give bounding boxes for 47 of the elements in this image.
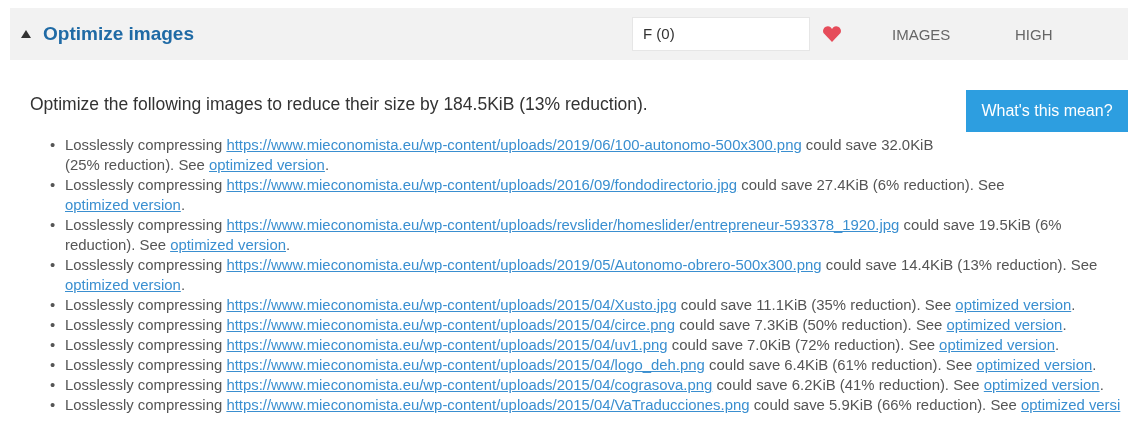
rule-header[interactable]: Optimize images F (0) IMAGES HIGH: [10, 8, 1128, 60]
priority-label: HIGH: [1015, 25, 1054, 43]
image-url-link[interactable]: https://www.mieconomista.eu/wp-content/uploads/2015/04/uv1.png: [226, 337, 668, 353]
image-url-link[interactable]: https://www.mieconomista.eu/wp-content/uploads/2016/09/fondodirectorio.jpg: [226, 177, 738, 193]
list-bullet: •: [50, 296, 57, 315]
list-bullet: •: [50, 216, 57, 235]
rule-title[interactable]: Optimize images: [43, 23, 632, 45]
optimized-version-link[interactable]: optimized version: [65, 197, 181, 213]
optimized-version-link[interactable]: optimized version: [65, 277, 181, 293]
image-url-link[interactable]: https://www.mieconomista.eu/wp-content/uploads/2015/04/Xusto.jpg: [226, 297, 677, 313]
image-url-link[interactable]: https://www.mieconomista.eu/wp-content/uploads/2015/04/cograsova.png: [226, 377, 713, 393]
image-url-link[interactable]: https://www.mieconomista.eu/wp-content/uploads/2019/06/100-autonomo-500x300.png: [226, 137, 802, 153]
image-url-link[interactable]: https://www.mieconomista.eu/wp-content/uploads/2015/04/VaTraducciones.png: [226, 397, 750, 413]
image-suggestion: Losslessly compressing https://www.mieconomista.eu/wp-content/uploads/2019/06/100-autonomo-500x300.png could save 32.0KiB (25% reduction). See optimized version.: [65, 136, 935, 175]
optimized-version-link[interactable]: optimized version: [209, 157, 325, 173]
collapse-triangle-icon[interactable]: [21, 30, 31, 38]
summary-text: Optimize the following images to reduce their size by 184.5KiB (13% reduction).: [30, 93, 649, 115]
help-button[interactable]: What's this mean?: [966, 90, 1128, 132]
optimized-version-link[interactable]: optimized version: [939, 337, 1055, 353]
image-url-link[interactable]: https://www.mieconomista.eu/wp-content/uploads/revslider/homeslider/entrepreneur-593378_1920.jpg: [226, 217, 900, 233]
image-url-link[interactable]: https://www.mieconomista.eu/wp-content/uploads/2015/04/logo_deh.png: [226, 357, 705, 373]
grade-field: F (0): [632, 17, 810, 51]
list-bullet: •: [50, 356, 57, 375]
heart-icon: [822, 26, 842, 42]
optimized-version-link[interactable]: optimized versi: [1021, 397, 1121, 413]
image-suggestion: Losslessly compressing https://www.mieconomista.eu/wp-content/uploads/2015/04/circe.png could save 7.3KiB (50% reduction). See optimized version.: [65, 316, 1068, 335]
image-suggestion: Losslessly compressing https://www.mieconomista.eu/wp-content/uploads/2015/04/logo_deh.png could save 6.4KiB (61% reduction). See optimized version.: [65, 356, 1098, 375]
optimized-version-link[interactable]: optimized version: [170, 237, 286, 253]
list-bullet: •: [50, 316, 57, 335]
image-suggestion: Losslessly compressing https://www.mieconomista.eu/wp-content/uploads/2015/04/Xusto.jpg could save 11.1KiB (35% reduction). See optimized version.: [65, 296, 1077, 315]
image-suggestion: Losslessly compressing https://www.mieconomista.eu/wp-content/uploads/revslider/homeslider/entrepreneur-593378_1920.jpg could save 19.5KiB (6% reduction). See optimized version.: [65, 216, 1063, 255]
image-suggestion: Losslessly compressing https://www.mieconomista.eu/wp-content/uploads/2016/09/fondodirectorio.jpg could save 27.4KiB (6% reduction). See optimized version.: [65, 176, 1006, 215]
list-bullet: •: [50, 376, 57, 395]
image-suggestion: Losslessly compressing https://www.mieconomista.eu/wp-content/uploads/2015/04/cograsova.png could save 6.2KiB (41% reduction). See optimized version.: [65, 376, 1105, 395]
list-bullet: •: [50, 136, 57, 155]
list-bullet: •: [50, 256, 57, 275]
image-suggestion: Losslessly compressing https://www.mieconomista.eu/wp-content/uploads/2019/05/Autonomo-obrero-500x300.png could save 14.4KiB (13% reduction). See optimized version.: [65, 256, 1099, 295]
category-label: IMAGES: [892, 25, 952, 43]
image-suggestion: Losslessly compressing https://www.mieconomista.eu/wp-content/uploads/2015/04/VaTraducciones.png could save 5.9KiB (66% reduction). See optimized versi: [65, 396, 1122, 415]
image-url-link[interactable]: https://www.mieconomista.eu/wp-content/uploads/2015/04/circe.png: [226, 317, 675, 333]
image-suggestion: Losslessly compressing https://www.mieconomista.eu/wp-content/uploads/2015/04/uv1.png could save 7.0KiB (72% reduction). See optimized version.: [65, 336, 1061, 355]
list-bullet: •: [50, 176, 57, 195]
list-bullet: •: [50, 336, 57, 355]
optimized-version-link[interactable]: optimized version: [946, 317, 1063, 333]
list-bullet: •: [50, 396, 57, 415]
optimized-version-link[interactable]: optimized version: [983, 377, 1100, 393]
image-url-link[interactable]: https://www.mieconomista.eu/wp-content/uploads/2019/05/Autonomo-obrero-500x300.png: [226, 257, 822, 273]
